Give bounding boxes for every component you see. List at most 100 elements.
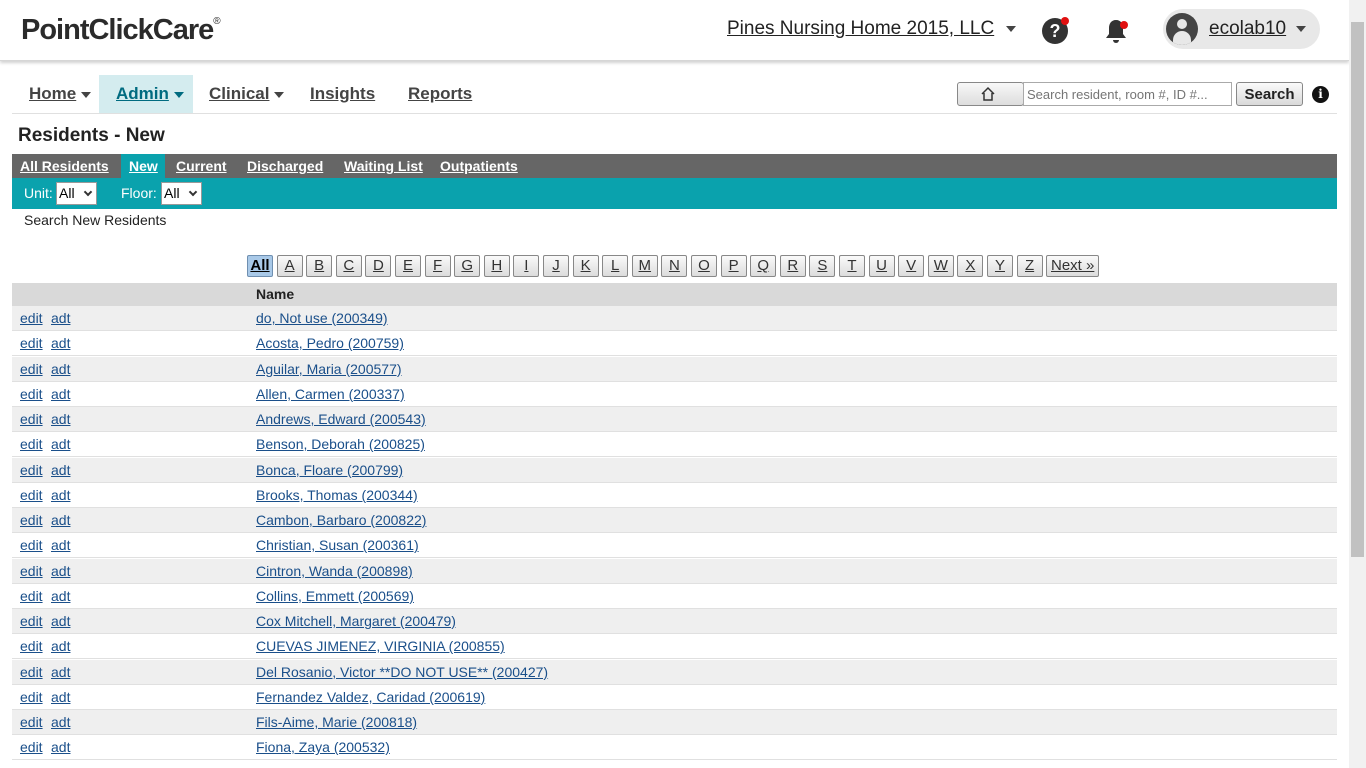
- nav-admin[interactable]: Admin: [99, 75, 193, 113]
- unit-select[interactable]: All: [56, 182, 97, 205]
- resident-name-link[interactable]: Cintron, Wanda (200898): [256, 563, 413, 579]
- resident-name-link[interactable]: Bonca, Floare (200799): [256, 462, 403, 478]
- edit-link[interactable]: edit: [20, 714, 43, 730]
- edit-link[interactable]: edit: [20, 664, 43, 680]
- user-menu[interactable]: ecolab10: [1163, 9, 1320, 49]
- resident-name-link[interactable]: Del Rosanio, Victor **DO NOT USE** (2004…: [256, 664, 548, 680]
- letter-filter-u[interactable]: U: [868, 255, 895, 277]
- floor-select[interactable]: All: [161, 182, 202, 205]
- letter-filter-s[interactable]: S: [809, 255, 836, 277]
- letter-filter-i[interactable]: I: [513, 255, 540, 277]
- nav-clinical[interactable]: Clinical: [205, 75, 288, 113]
- letter-filter-z[interactable]: Z: [1016, 255, 1043, 277]
- letter-filter-y[interactable]: Y: [987, 255, 1013, 277]
- edit-link[interactable]: edit: [20, 386, 43, 402]
- adt-link[interactable]: adt: [51, 638, 70, 654]
- letter-filter-o[interactable]: O: [691, 255, 717, 277]
- edit-link[interactable]: edit: [20, 537, 43, 553]
- letter-filter-f[interactable]: F: [424, 255, 451, 277]
- resident-name-link[interactable]: Collins, Emmett (200569): [256, 588, 414, 604]
- letter-filter-k[interactable]: K: [572, 255, 599, 277]
- scrollbar-thumb[interactable]: [1351, 22, 1364, 557]
- letter-filter-q[interactable]: Q: [750, 255, 777, 277]
- edit-link[interactable]: edit: [20, 310, 43, 326]
- nav-insights[interactable]: Insights: [306, 75, 379, 113]
- edit-link[interactable]: edit: [20, 335, 43, 351]
- letter-filter-r[interactable]: R: [779, 255, 806, 277]
- tab-discharged[interactable]: Discharged: [243, 154, 327, 178]
- adt-link[interactable]: adt: [51, 739, 70, 755]
- nav-reports[interactable]: Reports: [404, 75, 476, 113]
- letter-filter-p[interactable]: P: [720, 255, 747, 277]
- tab-all-residents[interactable]: All Residents: [16, 154, 113, 178]
- letter-filter-l[interactable]: L: [602, 255, 629, 277]
- resident-name-link[interactable]: Fernandez Valdez, Caridad (200619): [256, 689, 485, 705]
- edit-link[interactable]: edit: [20, 613, 43, 629]
- edit-link[interactable]: edit: [20, 739, 43, 755]
- resident-name-link[interactable]: Fils-Aime, Marie (200818): [256, 714, 417, 730]
- edit-link[interactable]: edit: [20, 689, 43, 705]
- adt-link[interactable]: adt: [51, 537, 70, 553]
- letter-filter-b[interactable]: B: [306, 255, 333, 277]
- edit-link[interactable]: edit: [20, 638, 43, 654]
- search-button[interactable]: Search: [1236, 82, 1303, 106]
- nav-home[interactable]: Home: [25, 75, 95, 113]
- letter-filter-h[interactable]: H: [483, 255, 510, 277]
- adt-link[interactable]: adt: [51, 335, 70, 351]
- adt-link[interactable]: adt: [51, 386, 70, 402]
- edit-link[interactable]: edit: [20, 588, 43, 604]
- tab-current[interactable]: Current: [172, 154, 231, 178]
- app-logo[interactable]: PointClickCare®: [21, 14, 221, 47]
- adt-link[interactable]: adt: [51, 487, 70, 503]
- resident-name-link[interactable]: Benson, Deborah (200825): [256, 436, 425, 452]
- adt-link[interactable]: adt: [51, 361, 70, 377]
- adt-link[interactable]: adt: [51, 563, 70, 579]
- letter-filter-c[interactable]: C: [335, 255, 362, 277]
- resident-name-link[interactable]: Fiona, Zaya (200532): [256, 739, 390, 755]
- edit-link[interactable]: edit: [20, 436, 43, 452]
- edit-link[interactable]: edit: [20, 487, 43, 503]
- next-page-button[interactable]: Next »: [1046, 255, 1100, 277]
- resident-name-link[interactable]: CUEVAS JIMENEZ, VIRGINIA (200855): [256, 638, 505, 654]
- letter-filter-j[interactable]: J: [543, 255, 569, 277]
- resident-name-link[interactable]: Cox Mitchell, Margaret (200479): [256, 613, 456, 629]
- letter-filter-m[interactable]: M: [631, 255, 658, 277]
- letter-filter-n[interactable]: N: [661, 255, 688, 277]
- resident-search-input[interactable]: [1023, 82, 1232, 106]
- resident-name-link[interactable]: Aguilar, Maria (200577): [256, 361, 402, 377]
- edit-link[interactable]: edit: [20, 563, 43, 579]
- adt-link[interactable]: adt: [51, 714, 70, 730]
- letter-filter-e[interactable]: E: [395, 255, 421, 277]
- letter-filter-w[interactable]: W: [927, 255, 954, 277]
- resident-name-link[interactable]: Acosta, Pedro (200759): [256, 335, 404, 351]
- edit-link[interactable]: edit: [20, 411, 43, 427]
- letter-filter-x[interactable]: X: [957, 255, 984, 277]
- letter-filter-d[interactable]: D: [365, 255, 392, 277]
- home-button[interactable]: [957, 82, 1024, 106]
- chevron-down-icon[interactable]: [1006, 26, 1016, 32]
- edit-link[interactable]: edit: [20, 462, 43, 478]
- resident-name-link[interactable]: Allen, Carmen (200337): [256, 386, 405, 402]
- adt-link[interactable]: adt: [51, 664, 70, 680]
- resident-name-link[interactable]: Brooks, Thomas (200344): [256, 487, 418, 503]
- resident-name-link[interactable]: Cambon, Barbaro (200822): [256, 512, 426, 528]
- letter-filter-all[interactable]: All: [247, 255, 273, 277]
- resident-name-link[interactable]: do, Not use (200349): [256, 310, 388, 326]
- adt-link[interactable]: adt: [51, 436, 70, 452]
- edit-link[interactable]: edit: [20, 361, 43, 377]
- edit-link[interactable]: edit: [20, 512, 43, 528]
- letter-filter-t[interactable]: T: [839, 255, 865, 277]
- adt-link[interactable]: adt: [51, 613, 70, 629]
- adt-link[interactable]: adt: [51, 411, 70, 427]
- tab-outpatients[interactable]: Outpatients: [436, 154, 522, 178]
- adt-link[interactable]: adt: [51, 689, 70, 705]
- tab-new[interactable]: New: [121, 154, 165, 178]
- letter-filter-g[interactable]: G: [454, 255, 481, 277]
- resident-name-link[interactable]: Andrews, Edward (200543): [256, 411, 426, 427]
- adt-link[interactable]: adt: [51, 462, 70, 478]
- resident-name-link[interactable]: Christian, Susan (200361): [256, 537, 419, 553]
- letter-filter-a[interactable]: A: [276, 255, 303, 277]
- adt-link[interactable]: adt: [51, 588, 70, 604]
- tab-waiting-list[interactable]: Waiting List: [340, 154, 427, 178]
- adt-link[interactable]: adt: [51, 310, 70, 326]
